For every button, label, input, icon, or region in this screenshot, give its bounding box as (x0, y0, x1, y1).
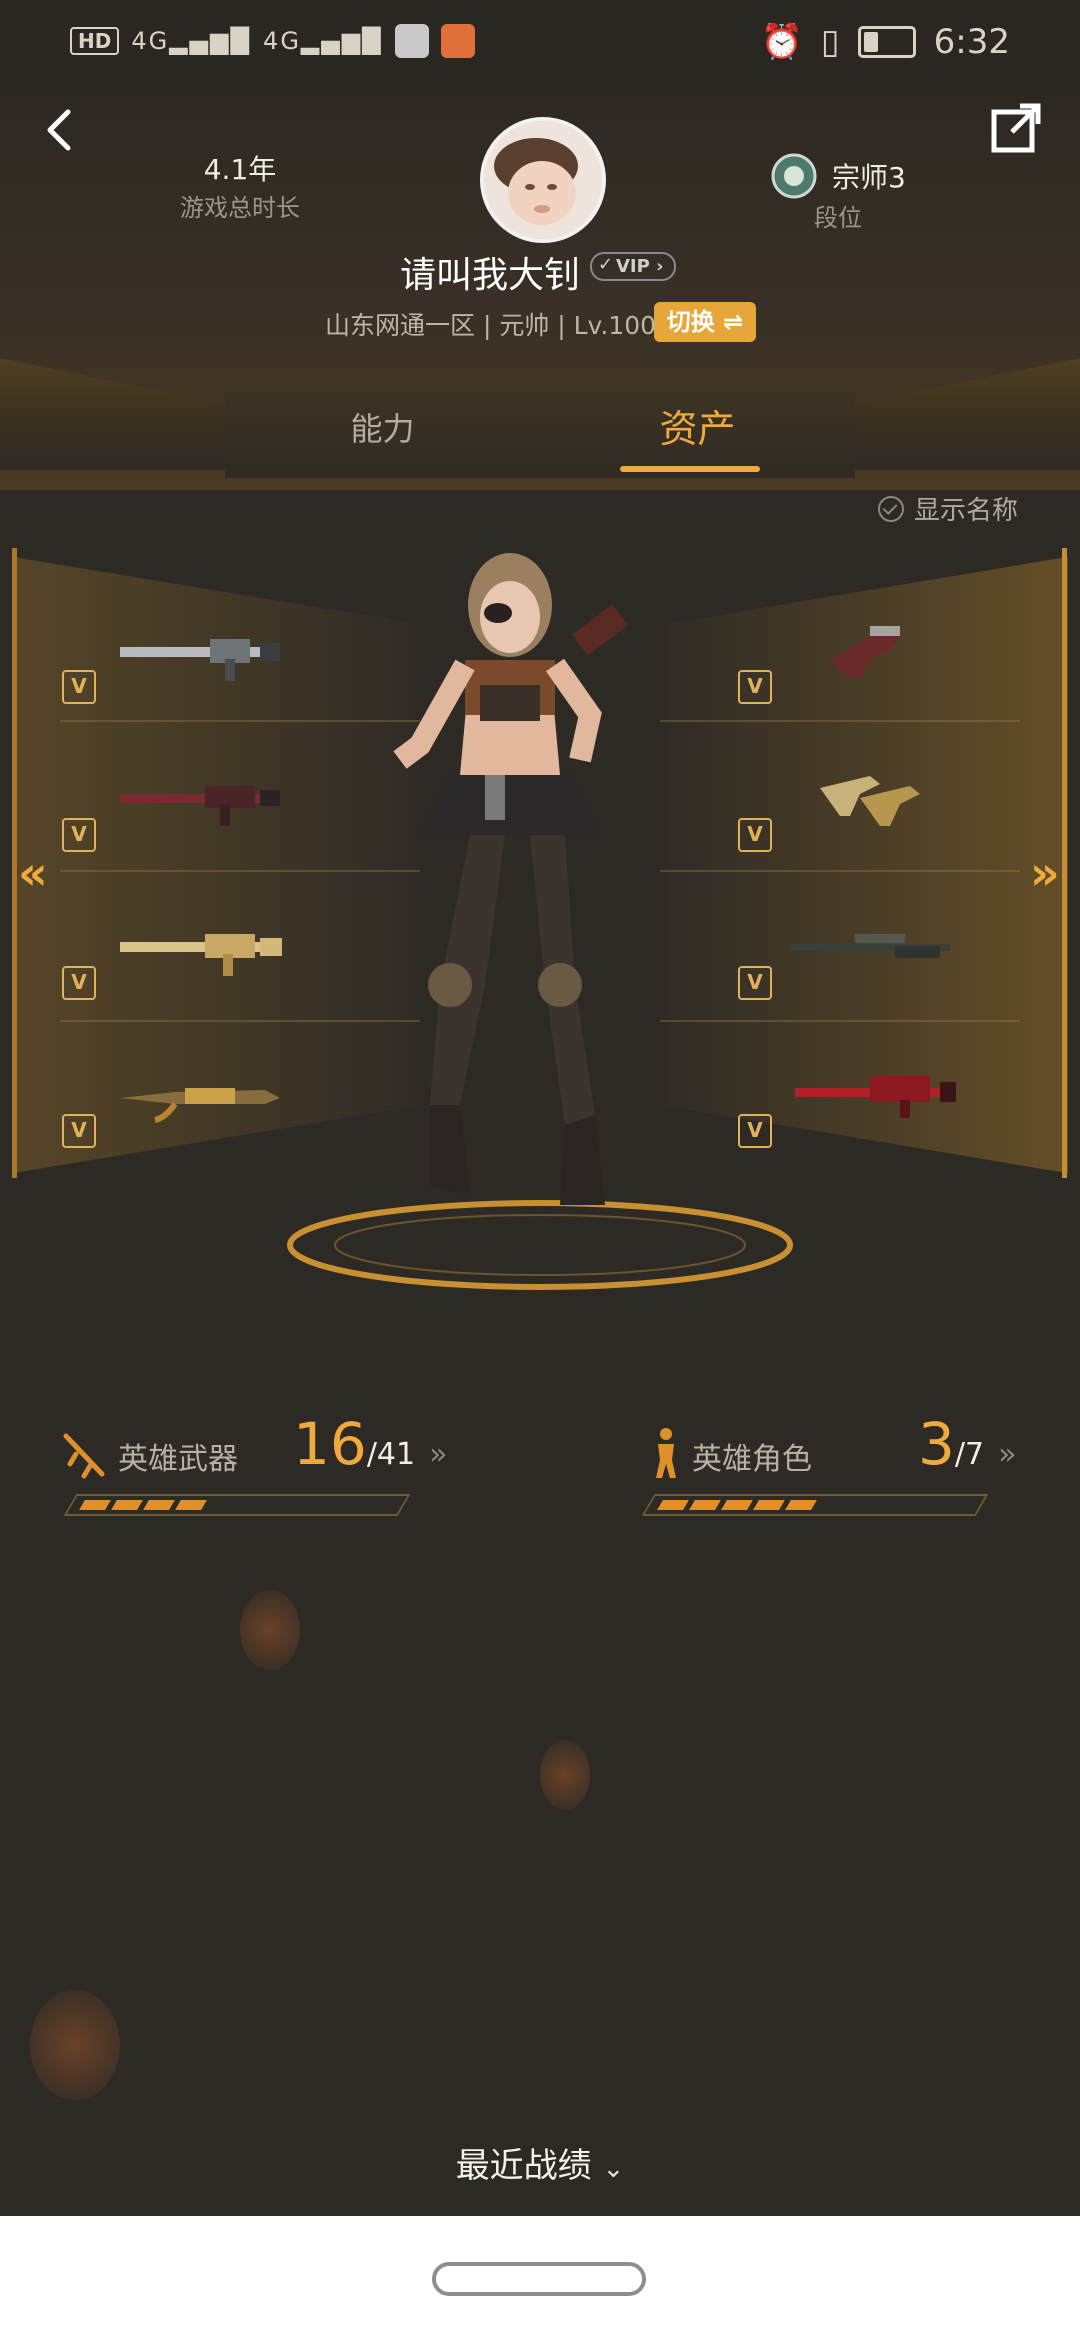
recent-record-label: 最近战绩 (455, 2146, 592, 2186)
home-indicator[interactable] (432, 2262, 646, 2296)
tab-assets[interactable]: 资产 (540, 380, 855, 478)
weapon-rifle-gold[interactable] (115, 920, 285, 980)
hero-weapons-count[interactable]: 16 /41 » (293, 1410, 447, 1478)
play-time-label: 游戏总时长 (180, 194, 300, 222)
play-time-value: 4.1年 (203, 153, 277, 186)
double-chevron-down-icon: ⌄ (602, 2154, 625, 2184)
ambient-glow (240, 1590, 300, 1670)
show-names-toggle[interactable]: 显示名称 (878, 490, 1018, 527)
hero-characters-count[interactable]: 3 /7 » (918, 1410, 1016, 1478)
hero-weapons-progress (63, 1494, 411, 1516)
hero-weapons-total: /41 (366, 1437, 416, 1472)
hero-badge-icon: V (62, 966, 96, 1000)
rank-label: 段位 (814, 204, 862, 232)
status-right: ⏰ ▯ 6:32 (761, 22, 1010, 62)
vibrate-icon: ▯ (820, 22, 840, 62)
share-icon[interactable] (988, 100, 1044, 156)
divider (660, 870, 1020, 872)
tab-ability[interactable]: 能力 (225, 380, 540, 478)
weapon-dual-pistols-gold[interactable] (800, 768, 970, 828)
ambient-glow (540, 1740, 590, 1810)
status-left: HD 4G▂▄▆█ 4G▂▄▆█ (70, 24, 475, 58)
next-arrow-icon[interactable]: » (1030, 846, 1060, 900)
recent-record-toggle[interactable]: 最近战绩 ⌄ (0, 2138, 1080, 2187)
switch-button[interactable]: 切换 ⇌ (654, 302, 756, 342)
alarm-icon: ⏰ (760, 22, 803, 62)
panel-edge-right (1062, 548, 1067, 1178)
server-info: 山东网通一区 | 元帅 | Lv.100 (325, 311, 657, 340)
weapon-rifle-crimson[interactable] (790, 1062, 960, 1122)
hero-characters-owned: 3 (918, 1410, 955, 1478)
active-tab-indicator (620, 466, 760, 472)
hero-badge-icon: V (62, 1114, 96, 1148)
hd-badge: HD (70, 27, 120, 55)
show-names-label: 显示名称 (914, 496, 1019, 526)
avatar-baby-image (484, 121, 602, 239)
chevron-right-icon: » (429, 1437, 448, 1472)
prev-arrow-icon[interactable]: « (18, 846, 48, 900)
rifle-icon (63, 1433, 105, 1479)
weapon-sniper-dark[interactable] (785, 918, 955, 978)
app-notification-icon (394, 24, 429, 58)
heart-app-icon (440, 24, 475, 58)
signal-icon-2: 4G▂▄▆█ (263, 27, 383, 55)
hero-weapons-label: 英雄武器 (118, 1442, 238, 1477)
rank-emblem-icon (771, 153, 817, 199)
hero-badge-icon: V (62, 670, 96, 704)
character-icon (656, 1428, 676, 1478)
weapon-rifle-ak-gold[interactable] (115, 1068, 285, 1128)
hero-characters-label: 英雄角色 (692, 1442, 812, 1477)
play-time-stat: 4.1年 游戏总时长 (160, 148, 320, 223)
weapon-pistol-red[interactable] (800, 620, 970, 680)
rank-value: 宗师3 (832, 161, 906, 194)
hero-badge-icon: V (738, 966, 772, 1000)
weapon-rifle-silver[interactable] (115, 625, 285, 685)
signal-icon: 4G▂▄▆█ (131, 27, 252, 55)
hero-characters-total: /7 (954, 1437, 985, 1472)
clock: 6:32 (933, 22, 1010, 62)
vip-label: VIP (616, 256, 650, 277)
hero-badge-icon: V (738, 670, 772, 704)
check-circle-icon (878, 495, 904, 522)
character-model[interactable] (360, 545, 700, 1245)
back-button[interactable] (30, 100, 90, 160)
hero-badge-icon: V (738, 818, 772, 852)
ambient-glow (30, 1990, 120, 2100)
hero-weapons-owned: 16 (293, 1410, 367, 1478)
weapon-rifle-red[interactable] (115, 770, 285, 830)
divider (660, 720, 1020, 722)
cf-logo-icon: ✓ (598, 254, 614, 275)
hero-characters-progress (641, 1494, 989, 1516)
avatar[interactable] (480, 117, 606, 243)
chevron-right-icon: » (998, 1437, 1017, 1472)
panel-edge-left (12, 548, 17, 1178)
vip-badge[interactable]: ✓ VIP › (590, 252, 676, 281)
battery-icon (857, 26, 916, 58)
hero-badge-icon: V (738, 1114, 772, 1148)
hero-badge-icon: V (62, 818, 96, 852)
username: 请叫我大钊 (400, 255, 581, 296)
divider (660, 1020, 1020, 1022)
